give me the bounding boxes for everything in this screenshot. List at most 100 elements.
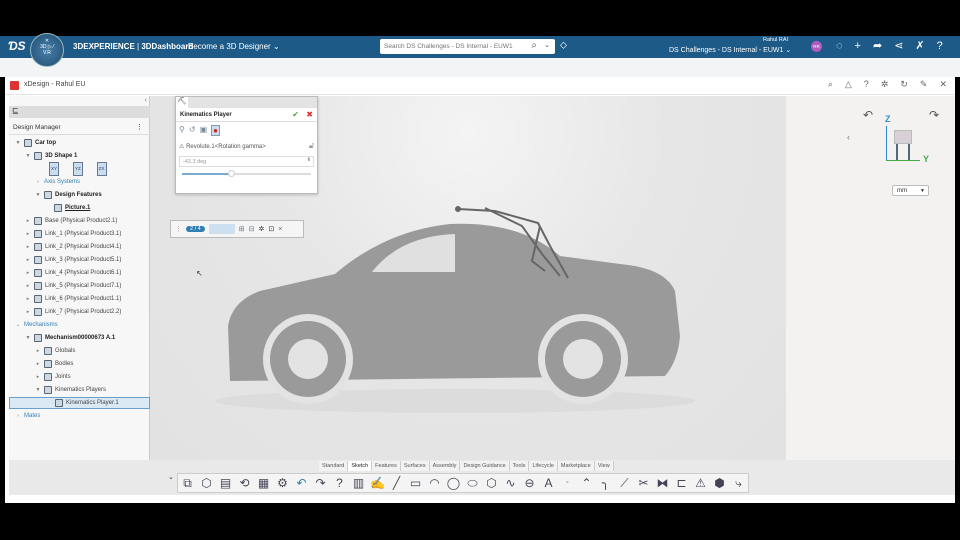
lock-icon[interactable]: ▣ bbox=[200, 125, 208, 136]
text-icon[interactable]: A bbox=[541, 476, 556, 491]
view-cube[interactable]: Z Y bbox=[885, 114, 929, 164]
tree-item[interactable]: ▸ Base (Physical Product2.1) bbox=[25, 215, 117, 227]
undo-icon[interactable]: ↶ bbox=[294, 476, 309, 491]
tenant-selector[interactable]: DS Challenges - DS Internal - EUW1 ⌄ bbox=[669, 46, 791, 54]
tab-sketch[interactable]: Sketch bbox=[348, 461, 373, 471]
expand-toggle-icon[interactable]: ▼ bbox=[35, 189, 41, 201]
tree-item[interactable]: ▸ Link_3 (Physical Product5.1) bbox=[25, 254, 121, 266]
slot-icon[interactable]: ⊖ bbox=[522, 476, 537, 491]
undo-icon[interactable]: ↺ bbox=[189, 125, 196, 136]
spinner-icon[interactable]: ⬍ bbox=[307, 157, 311, 163]
tree-item[interactable]: ▸ Link_1 (Physical Product3.1) bbox=[25, 228, 121, 240]
tree-tab-icon[interactable]: ⊑ bbox=[12, 106, 19, 115]
tab-standard[interactable]: Standard bbox=[319, 461, 349, 471]
tab-design-guidance[interactable]: Design Guidance bbox=[460, 461, 510, 471]
refresh-icon[interactable]: ↻ bbox=[900, 79, 908, 90]
expand-toggle-icon[interactable]: ▸ bbox=[35, 358, 41, 370]
expand-toggle-icon[interactable]: ▸ bbox=[25, 306, 31, 318]
sync-icon[interactable]: ⟲ bbox=[237, 476, 252, 491]
search-icon[interactable]: ⌕ bbox=[828, 79, 833, 90]
ok-check-icon[interactable]: ✔ bbox=[292, 110, 299, 119]
collapse-toolbar-icon[interactable]: ⌄ bbox=[168, 473, 174, 481]
fillet-icon[interactable]: ╮ bbox=[598, 476, 613, 491]
grid-icon[interactable]: ▥ bbox=[351, 476, 366, 491]
tab-tools[interactable]: Tools bbox=[510, 461, 530, 471]
save-icon[interactable]: ▤ bbox=[218, 476, 233, 491]
expand-toggle-icon[interactable]: ▸ bbox=[25, 241, 31, 253]
unlock-icon[interactable]: 🔓︎ bbox=[309, 141, 314, 151]
arc-icon[interactable]: ◠ bbox=[427, 476, 442, 491]
cloud-icon[interactable]: △ bbox=[845, 79, 852, 90]
point-icon[interactable]: ▫ bbox=[560, 476, 575, 491]
more-options-icon[interactable]: ⋮ bbox=[136, 123, 143, 131]
search-icon[interactable]: ⌕ bbox=[531, 40, 537, 51]
spline-icon[interactable]: ∿ bbox=[503, 476, 518, 491]
expand-toggle-icon[interactable]: ▼ bbox=[15, 137, 21, 149]
tree-item[interactable]: ▸ Link_2 (Physical Product4.1) bbox=[25, 241, 121, 253]
tab-lifecycle[interactable]: Lifecycle bbox=[529, 461, 558, 471]
3d-icon[interactable]: ⬢ bbox=[712, 476, 727, 491]
polygon-icon[interactable]: ⬡ bbox=[484, 476, 499, 491]
expand-toggle-icon[interactable]: ▼ bbox=[25, 332, 31, 344]
expand-toggle-icon[interactable]: ▸ bbox=[25, 215, 31, 227]
drag-handle-icon[interactable]: ⋮ bbox=[175, 225, 182, 233]
plane-zx[interactable]: ZX bbox=[96, 162, 107, 176]
gear-icon[interactable]: ⚙ bbox=[275, 476, 290, 491]
record-icon[interactable]: ● bbox=[211, 125, 220, 136]
expand-toggle-icon[interactable]: ▸ bbox=[35, 345, 41, 357]
step-input[interactable] bbox=[208, 224, 235, 234]
tab-assembly[interactable]: Assembly bbox=[430, 461, 461, 471]
mirror-icon[interactable]: ⧓ bbox=[655, 476, 670, 491]
add-step-icon[interactable]: ⊞ bbox=[239, 225, 245, 233]
expand-toggle-icon[interactable]: ▸ bbox=[25, 280, 31, 292]
tree-item[interactable]: ▸ Bodies bbox=[35, 358, 73, 370]
tree-item[interactable]: ▼ 3D Shape 1 bbox=[25, 150, 77, 162]
part-icon[interactable]: ⬡ bbox=[199, 476, 214, 491]
expand-toggle-icon[interactable]: › bbox=[35, 176, 41, 188]
expand-toggle-icon[interactable]: ▼ bbox=[25, 150, 31, 162]
close-icon[interactable]: × bbox=[278, 226, 282, 233]
plane-xy[interactable]: XY bbox=[49, 162, 60, 176]
unit-select[interactable]: mm ▼ bbox=[892, 185, 929, 196]
rotate-left-icon[interactable]: ↶ bbox=[863, 108, 873, 122]
kinematics-tab-icon[interactable]: ⛏ bbox=[176, 97, 188, 108]
rectangle-icon[interactable]: ▭ bbox=[408, 476, 423, 491]
expand-toggle-icon[interactable]: › bbox=[15, 410, 21, 422]
tree-item[interactable]: ▸ Link_7 (Physical Product2.2) bbox=[25, 306, 121, 318]
tree-item[interactable]: Picture.1 bbox=[45, 202, 90, 214]
tab-features[interactable]: Features bbox=[372, 461, 401, 471]
constraint-icon[interactable]: ⚠ bbox=[693, 476, 708, 491]
tree-item[interactable]: ▸ Link_6 (Physical Product1.1) bbox=[25, 293, 121, 305]
chevron-down-icon[interactable]: ⌄ bbox=[544, 41, 550, 49]
compass-button[interactable]: ✕ 3D ▷ ⁄ V.R bbox=[30, 33, 64, 67]
circle-icon[interactable]: ◯ bbox=[446, 476, 461, 491]
avatar[interactable]: RR bbox=[811, 41, 822, 52]
close-icon[interactable]: ✕ bbox=[939, 79, 947, 90]
tree-item[interactable]: ▼ Kinematics Players bbox=[35, 384, 106, 396]
tree-item[interactable]: ▼ Design Features bbox=[35, 189, 102, 201]
3d-viewport[interactable]: ↖ ⛏ Kinematics Player ✔ ✖ ⚲ ↺ ▣ ● ⚠ Revolut… bbox=[150, 96, 786, 460]
sketch-icon[interactable]: ✍ bbox=[370, 476, 385, 491]
chamfer-icon[interactable]: ⟋ bbox=[617, 476, 632, 491]
tag-icon[interactable]: ⬦ bbox=[560, 40, 567, 51]
ellipse-icon[interactable]: ⬭ bbox=[465, 476, 480, 491]
tree-item[interactable]: ▼ Car top bbox=[15, 137, 56, 149]
corner-icon[interactable]: ⌃ bbox=[579, 476, 594, 491]
expand-toggle-icon[interactable]: ▸ bbox=[25, 267, 31, 279]
search-input[interactable] bbox=[380, 39, 520, 54]
expand-toggle-icon[interactable]: ⌄ bbox=[15, 319, 21, 331]
stop-icon[interactable]: ⊡ bbox=[268, 225, 274, 233]
tree-item[interactable]: › Mates bbox=[15, 410, 40, 422]
tools-icon[interactable]: ✗ bbox=[915, 39, 924, 52]
tree-item[interactable]: Kinematics Player.1 bbox=[9, 397, 150, 409]
expand-toggle-icon[interactable]: ▸ bbox=[25, 254, 31, 266]
collapse-panel-icon[interactable]: ‹ bbox=[145, 97, 147, 104]
tab-view[interactable]: View bbox=[595, 461, 614, 471]
tree-item[interactable]: ▸ Link_4 (Physical Product6.1) bbox=[25, 267, 121, 279]
assembly-icon[interactable]: ⧉ bbox=[180, 476, 195, 491]
remove-step-icon[interactable]: ⊟ bbox=[249, 225, 255, 233]
filter-icon[interactable]: ⚲ bbox=[179, 125, 185, 136]
plus-icon[interactable]: + bbox=[855, 40, 861, 52]
rotate-right-icon[interactable]: ↷ bbox=[929, 108, 939, 122]
expand-toggle-icon[interactable]: ▼ bbox=[35, 384, 41, 396]
